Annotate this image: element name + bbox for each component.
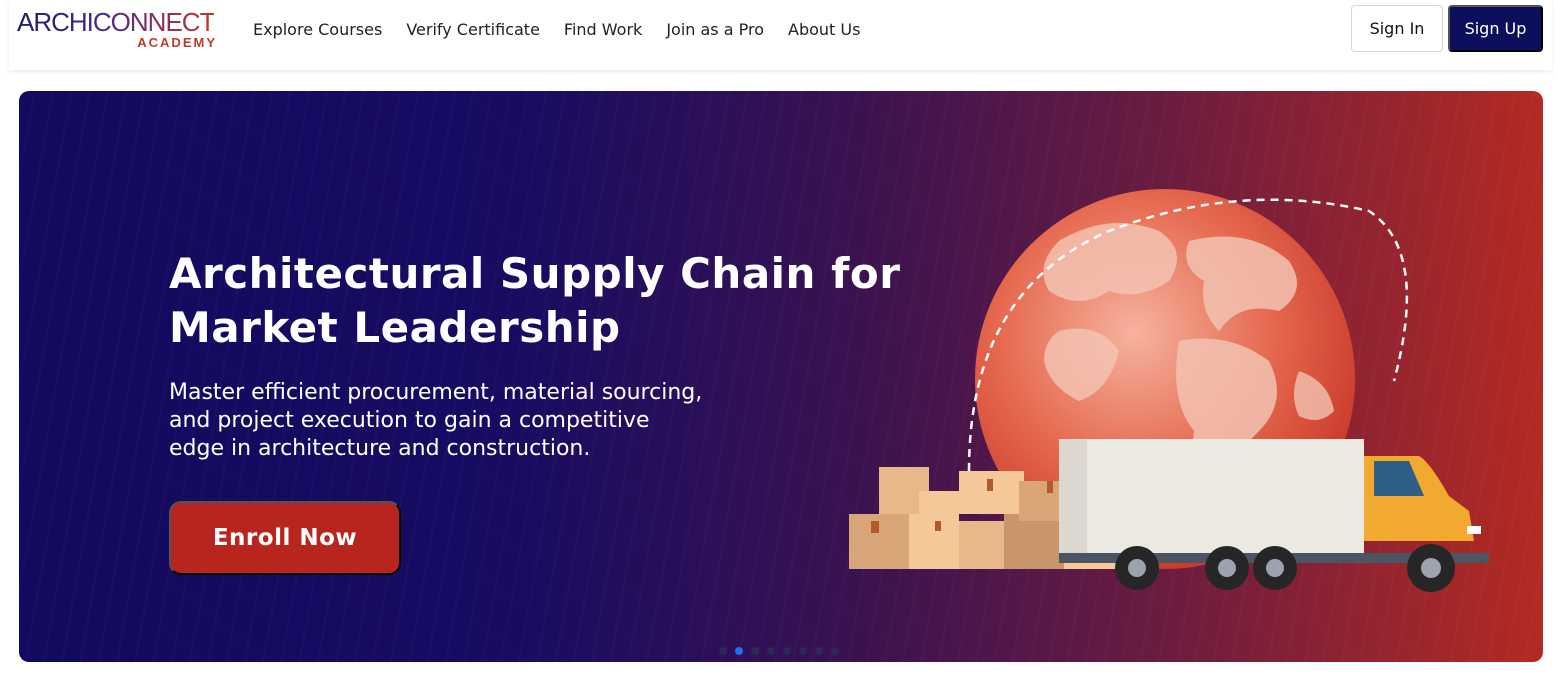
sign-up-button[interactable]: Sign Up — [1448, 5, 1543, 52]
globe-truck-illustration — [849, 189, 1489, 592]
truck-icon — [1059, 439, 1489, 592]
carousel-dot-active[interactable] — [735, 647, 743, 655]
hero-subtitle-line-3: edge in architecture and construction. — [169, 436, 591, 461]
top-navbar: ARCHICONNECT ACADEMY Explore Courses Ver… — [9, 0, 1552, 70]
hero-subtitle-line-1: Master efficient procurement, material s… — [169, 380, 703, 405]
logo-subtitle: ACADEMY — [137, 35, 217, 50]
nav-verify-certificate[interactable]: Verify Certificate — [406, 20, 540, 39]
hero-subtitle-line-2: and project execution to gain a competit… — [169, 408, 650, 433]
hero-title-line-1: Architectural Supply Chain for — [169, 249, 901, 298]
nav-explore-courses[interactable]: Explore Courses — [253, 20, 382, 39]
carousel-dot[interactable] — [815, 647, 823, 655]
hero-carousel-slide: Architectural Supply Chain for Market Le… — [19, 91, 1543, 662]
carousel-dot[interactable] — [767, 647, 775, 655]
carousel-indicators — [719, 647, 839, 655]
enroll-now-button[interactable]: Enroll Now — [169, 501, 401, 575]
nav-join-as-pro[interactable]: Join as a Pro — [666, 20, 764, 39]
carousel-dot[interactable] — [751, 647, 759, 655]
hero-subtitle: Master efficient procurement, material s… — [169, 379, 749, 463]
nav-about-us[interactable]: About Us — [788, 20, 860, 39]
hero-title-line-2: Market Leadership — [169, 303, 621, 352]
carousel-dot[interactable] — [799, 647, 807, 655]
carousel-dot[interactable] — [831, 647, 839, 655]
logo-wordmark: ARCHICONNECT — [17, 7, 215, 37]
sign-in-button[interactable]: Sign In — [1351, 5, 1443, 52]
nav-find-work[interactable]: Find Work — [564, 20, 642, 39]
archiconnect-logo[interactable]: ARCHICONNECT ACADEMY — [17, 8, 217, 52]
carousel-dot[interactable] — [719, 647, 727, 655]
main-nav: Explore Courses Verify Certificate Find … — [253, 0, 860, 58]
carousel-dot[interactable] — [783, 647, 791, 655]
